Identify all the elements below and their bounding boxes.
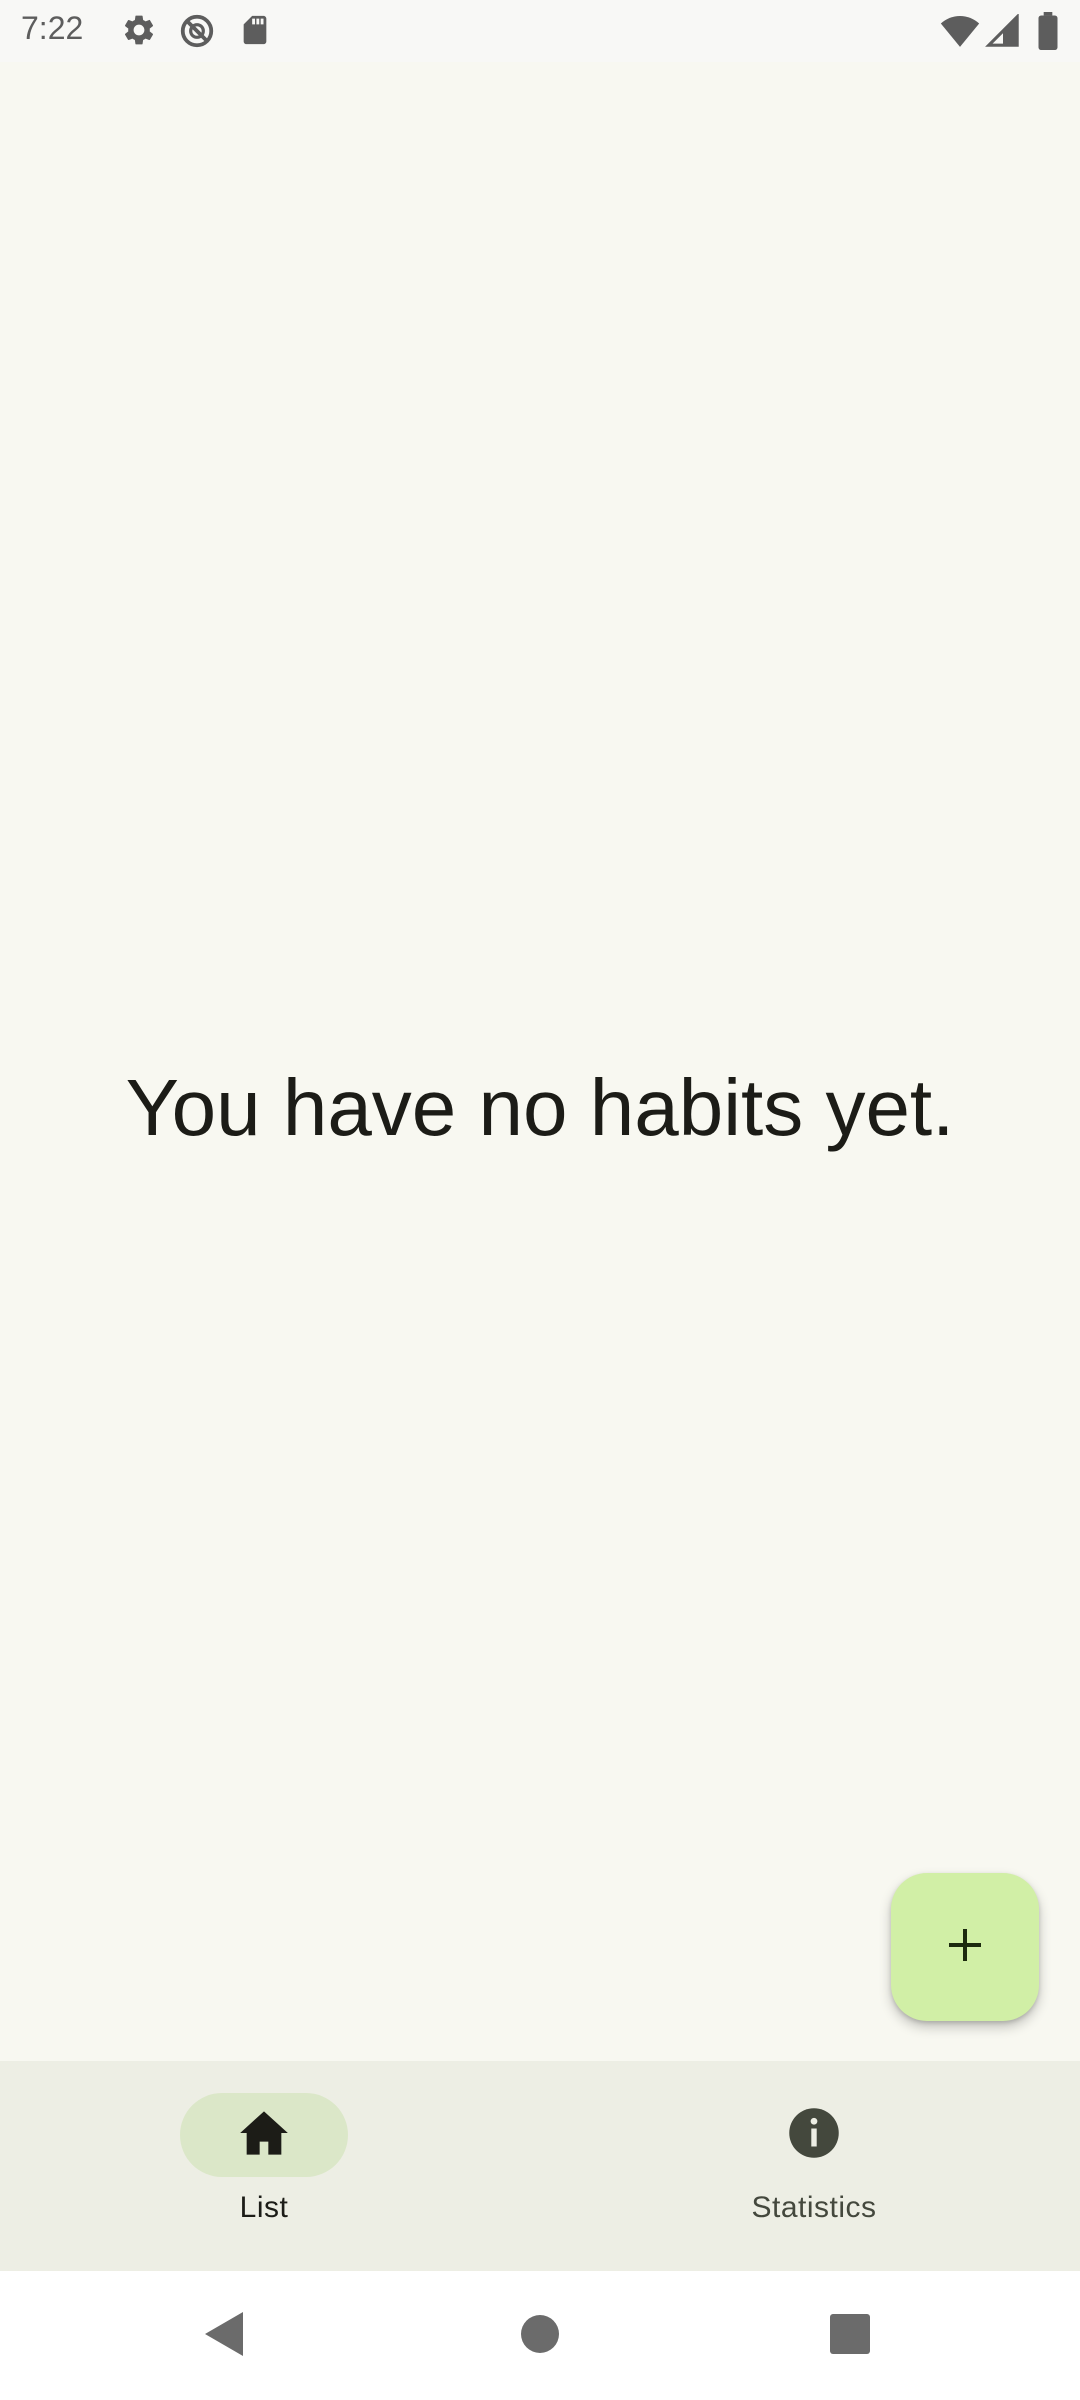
- habit-list-content: You have no habits yet.: [0, 62, 1080, 2061]
- recents-icon: [830, 2313, 870, 2359]
- back-icon: [203, 2310, 247, 2363]
- status-bar: 7:22: [0, 0, 1080, 62]
- add-habit-button[interactable]: [891, 1873, 1039, 2021]
- empty-state-message: You have no habits yet.: [125, 1063, 955, 1152]
- nav-icon-container: [730, 2093, 898, 2177]
- bottom-navigation: List Statistics: [0, 2061, 1080, 2271]
- home-button[interactable]: [490, 2291, 590, 2381]
- info-icon: [787, 2106, 841, 2165]
- cellular-signal-icon: [985, 13, 1021, 53]
- nav-item-statistics[interactable]: Statistics: [544, 2061, 1080, 2271]
- nav-active-indicator: [180, 2093, 348, 2177]
- status-time: 7:22: [21, 10, 84, 46]
- do-not-disturb-icon: [178, 12, 216, 55]
- home-icon: [238, 2109, 290, 2162]
- home-circle-icon: [520, 2314, 560, 2359]
- recents-button[interactable]: [800, 2291, 900, 2381]
- nav-item-list[interactable]: List: [0, 2061, 534, 2271]
- back-button[interactable]: [175, 2291, 275, 2381]
- system-navigation-bar: [0, 2271, 1080, 2400]
- battery-icon: [1037, 12, 1059, 55]
- wifi-icon: [940, 14, 980, 53]
- sd-card-icon: [238, 12, 272, 53]
- gear-icon: [121, 12, 157, 53]
- nav-label-statistics: Statistics: [751, 2191, 877, 2224]
- plus-icon: [941, 1921, 989, 1974]
- nav-label-list: List: [239, 2191, 289, 2224]
